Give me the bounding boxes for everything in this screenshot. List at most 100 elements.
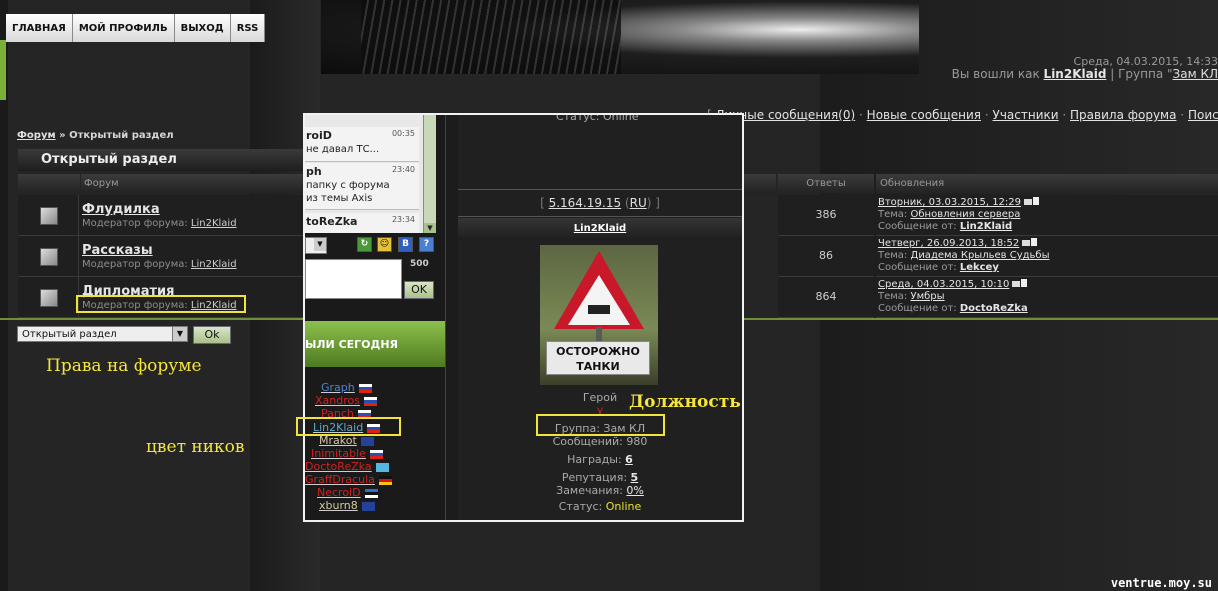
links-sep: ·	[984, 108, 989, 122]
update-date-link[interactable]: Четверг, 26.09.2013, 18:52	[878, 238, 1019, 249]
links-sep: ·	[859, 108, 863, 122]
online-user-name[interactable]: NecroiD	[317, 486, 361, 499]
user-posts: Сообщений: 980	[458, 435, 742, 448]
top-nav: ГЛАВНАЯ МОЙ ПРОФИЛЬ ВЫХОД RSS	[6, 14, 266, 42]
chevron-down-icon[interactable]: ▼	[172, 327, 187, 341]
left-accent	[0, 40, 6, 100]
link-search[interactable]: Поиск	[1188, 108, 1218, 122]
nav-profile[interactable]: МОЙ ПРОФИЛЬ	[72, 14, 175, 42]
online-user[interactable]: NecroiD	[317, 486, 378, 499]
forum-name-link[interactable]: Флудилка	[82, 202, 160, 217]
group-prefix: | Группа "	[1110, 67, 1173, 81]
chat-time: 00:35	[391, 129, 415, 138]
bold-icon[interactable]: B	[398, 237, 413, 252]
online-today-title: ЫЛИ СЕГОДНЯ	[305, 338, 398, 351]
forum-name-link[interactable]: Рассказы	[82, 243, 153, 258]
chat-scrollbar[interactable]: ▼	[423, 115, 436, 233]
nav-home[interactable]: ГЛАВНАЯ	[6, 14, 73, 42]
online-user-name[interactable]: Xandros	[315, 394, 360, 407]
flag-icon	[360, 436, 374, 446]
chat-select[interactable]: ▼	[305, 237, 327, 254]
profile-username[interactable]: Lin2Klaid	[458, 218, 742, 240]
ip-country-link[interactable]: RU	[630, 196, 647, 210]
user-warnings: Замечания: 0%	[458, 484, 742, 497]
chat-time: 23:34	[391, 215, 415, 224]
online-user-name[interactable]: DoctoReZka	[305, 460, 372, 473]
go-arrow-icon[interactable]	[1012, 281, 1021, 287]
awards-link[interactable]: 6	[625, 453, 633, 466]
link-members[interactable]: Участники	[993, 108, 1059, 122]
moderator-link[interactable]: Lin2Klaid	[191, 259, 237, 270]
chat-ok-button[interactable]: OK	[404, 281, 434, 299]
chat-message: roiD 00:35 не давал ТС...	[305, 127, 419, 162]
chat-input[interactable]	[305, 259, 402, 299]
replies-count: 386	[778, 195, 874, 236]
go-arrow-icon[interactable]	[1022, 240, 1031, 246]
author-link[interactable]: Lekcey	[960, 262, 999, 273]
forum-jump-select[interactable]: Открытый раздел ▼	[17, 326, 188, 342]
refresh-icon[interactable]: ↻	[357, 237, 372, 252]
online-user-name[interactable]: Inimitable	[311, 447, 366, 460]
update-date-link[interactable]: Среда, 04.03.2015, 10:10	[878, 279, 1009, 290]
warn-label: Замечания:	[556, 484, 623, 497]
topic-link[interactable]: Обновления сервера	[911, 209, 1021, 220]
tank-icon	[588, 305, 610, 314]
login-user-link[interactable]: Lin2Klaid	[1044, 67, 1107, 81]
topic-label: Тема:	[878, 291, 908, 302]
login-prefix: Вы вошли как	[951, 67, 1040, 81]
doc-icon[interactable]	[1021, 279, 1028, 287]
chat-author[interactable]: ph	[306, 165, 322, 178]
doc-icon[interactable]	[1033, 197, 1040, 205]
ip-bar: [ 5.164.19.15 (RU) ]	[458, 189, 742, 217]
online-user[interactable]: xburn8	[319, 499, 375, 512]
link-rules[interactable]: Правила форума	[1070, 108, 1176, 122]
highlight-nick	[296, 417, 401, 436]
chat-author[interactable]: roiD	[306, 129, 332, 142]
online-user[interactable]: GraffDracula	[305, 473, 392, 486]
online-user[interactable]: Xandros	[315, 394, 377, 407]
smiley-icon[interactable]: ☺	[377, 237, 392, 252]
author-link[interactable]: DoctoReZka	[960, 303, 1028, 314]
ip-link[interactable]: 5.164.19.15	[549, 196, 622, 210]
column-divider	[445, 115, 459, 520]
online-user-name[interactable]: GraffDracula	[305, 473, 375, 486]
jump-ok-button[interactable]: Ok	[193, 326, 231, 344]
rep-link[interactable]: 5	[631, 471, 639, 484]
topic-link[interactable]: Диадема Крыльев Судьбы	[911, 250, 1050, 261]
flag-icon	[361, 501, 375, 511]
go-arrow-icon[interactable]	[1024, 199, 1033, 205]
doc-icon[interactable]	[1031, 238, 1038, 246]
login-group-link[interactable]: Зам КЛ	[1173, 67, 1218, 81]
breadcrumb: Форум » Открытый раздел	[17, 130, 174, 141]
nav-rss[interactable]: RSS	[230, 14, 266, 42]
nav-logout[interactable]: ВЫХОД	[174, 14, 231, 42]
help-icon[interactable]: ?	[419, 237, 434, 252]
update-date-link[interactable]: Вторник, 03.03.2015, 12:29	[878, 197, 1021, 208]
forum-row: Рассказы Модератор форума: Lin2Klaid	[18, 236, 303, 277]
author-link[interactable]: Lin2Klaid	[960, 221, 1012, 232]
chat-author[interactable]: toReZka	[306, 215, 357, 228]
watermark: ventrue.moy.su	[1110, 576, 1212, 590]
scroll-down-icon[interactable]: ▼	[424, 223, 436, 233]
online-user[interactable]: Graph	[321, 381, 372, 394]
online-user-name[interactable]: Graph	[321, 381, 355, 394]
moderator-label: Модератор форума:	[82, 218, 188, 229]
avatar: ОСТОРОЖНО ТАНКИ	[540, 245, 658, 385]
breadcrumb-sep: »	[59, 130, 66, 141]
online-user-name[interactable]: xburn8	[319, 499, 358, 512]
breadcrumb-current: Открытый раздел	[69, 130, 174, 141]
char-counter: 500	[410, 259, 429, 269]
status-label: Статус:	[558, 500, 603, 513]
moderator-link[interactable]: Lin2Klaid	[191, 218, 237, 229]
jump-selected-value: Открытый раздел	[22, 329, 117, 340]
link-new-messages[interactable]: Новые сообщения	[867, 108, 981, 122]
message-label: Сообщение от:	[878, 303, 957, 314]
online-user[interactable]: DoctoReZka	[305, 460, 389, 473]
topic-link[interactable]: Умбры	[911, 291, 945, 302]
breadcrumb-root[interactable]: Форум	[17, 130, 56, 141]
chevron-down-icon[interactable]: ▼	[314, 238, 326, 251]
online-user[interactable]: Inimitable	[311, 447, 383, 460]
warn-link[interactable]: 0%	[626, 484, 643, 497]
screenshot-overlay: roiD 00:35 не давал ТС... ph 23:40 папку…	[303, 113, 744, 522]
header-banner	[321, 0, 919, 74]
